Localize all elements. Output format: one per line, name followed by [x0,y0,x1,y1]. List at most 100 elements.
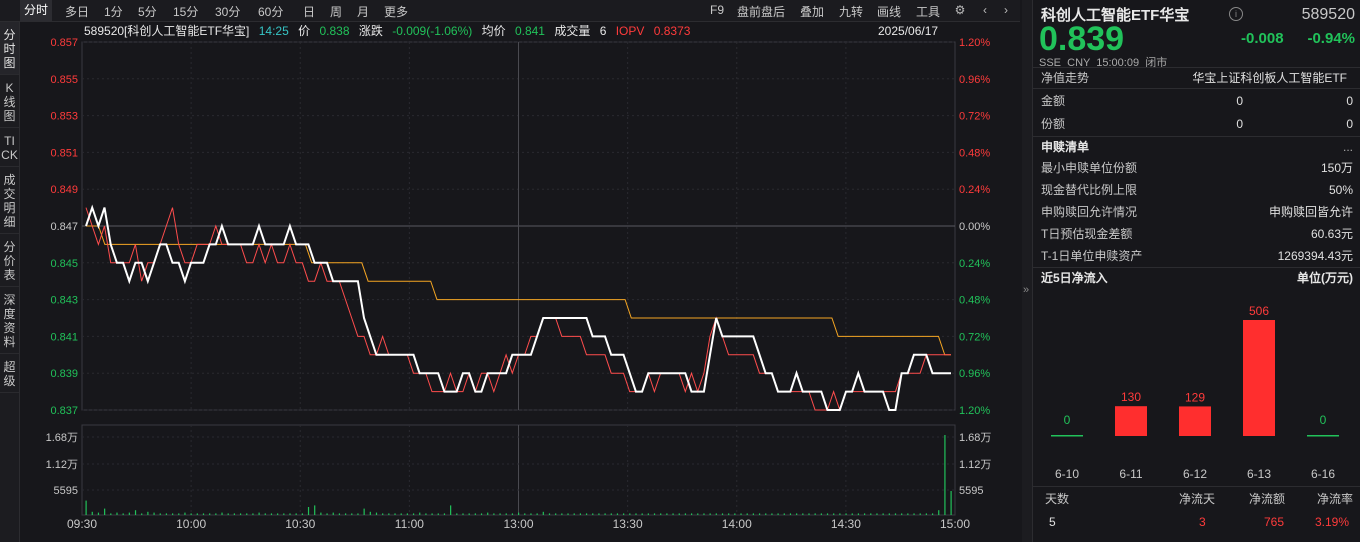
creation-section-header: 申赎清单 ... [1039,137,1355,157]
tool-overlay[interactable]: 叠加 [800,3,824,20]
intraday-chart[interactable]: 0.857 1.20% 0.855 0.96% 0.853 0.72% 0.851 0.48%… [0,0,1020,542]
info-icon[interactable]: i [1229,7,1243,21]
volume-bar [468,513,470,515]
volume-bar [746,513,748,515]
volume-bar [567,513,569,515]
volume-bar [147,511,149,515]
volume-bar [289,513,291,515]
volume-bar [141,513,143,515]
volume-bar [919,513,921,515]
volume-bar [134,510,137,515]
volume-bar [320,512,322,515]
info-volume: 6 [599,24,607,38]
inflow-bar [1243,320,1275,436]
volume-bar [178,513,180,515]
volume-bar [814,513,816,515]
volume-bar [894,513,897,515]
tool-draw-line[interactable]: 画线 [877,3,901,20]
volume-bar [839,513,841,515]
tab-period-3[interactable]: 5分 [138,3,157,20]
tool-nine-turn[interactable]: 九转 [839,3,863,20]
y-tick-label-left: 0.853 [50,111,78,123]
volume-bar [375,512,378,515]
volume-bar [394,513,396,515]
volume-bar [209,513,211,515]
side-tab-4[interactable]: 分价表 [0,234,19,287]
volume-bar [864,513,866,515]
nav-row[interactable]: 净值走势 华宝上证科创板人工智能ETF [1039,68,1355,88]
y-tick-label-right: 0.00% [959,221,990,233]
tab-period-9[interactable]: 月 [357,3,369,20]
side-tab-5[interactable]: 深度资料 [0,287,19,354]
y-tick-label-left: 0.843 [50,295,78,307]
volume-bar [104,508,106,515]
volume-bar [826,513,829,515]
info-volume-label: 成交量 [554,24,591,38]
settings-icon[interactable]: ⚙ [952,2,968,18]
volume-bar [845,513,847,515]
volume-bar [888,513,890,515]
panel-collapse-handle[interactable]: » [1022,0,1032,542]
volume-bar [295,513,297,515]
side-tab-0[interactable]: 分时图 [0,22,19,75]
tab-period-7[interactable]: 日 [303,3,315,20]
volume-bar [697,513,699,515]
side-tab-6[interactable]: 超级 [0,354,19,393]
tab-period-2[interactable]: 1分 [104,3,123,20]
volume-bar [85,500,87,515]
tab-period-0[interactable]: 分时 [20,0,53,21]
x-tick-label: 10:30 [285,517,315,531]
tab-period-6[interactable]: 60分 [258,3,283,20]
volume-bar [518,512,520,515]
info-avg-label: 均价 [481,24,506,38]
tool-premarket[interactable]: 盘前盘后 [737,3,785,20]
summary-value-row: 5 3 765 3.19% [1049,515,1350,529]
volume-bar [215,513,217,515]
tab-period-8[interactable]: 周 [330,3,342,20]
volume-bar [369,511,371,515]
volume-bar [184,512,186,515]
side-tab-2[interactable]: TICK [0,128,19,167]
volume-tick-label-left: 1.68万 [46,432,78,444]
volume-bar [721,513,724,515]
side-tab-3[interactable]: 成交明细 [0,167,19,234]
side-tab-1[interactable]: K线图 [0,75,19,128]
volume-bar [493,513,495,515]
volume-bar [91,511,93,515]
volume-bar [227,513,229,515]
volume-bar [412,513,415,515]
chevron-right-icon[interactable]: › [998,2,1014,18]
volume-bar [97,512,100,515]
volume-bar [128,512,130,515]
more-icon[interactable]: ... [1343,137,1353,157]
volume-bar [783,513,785,515]
tab-period-1[interactable]: 多日 [65,3,89,20]
volume-bar [239,513,242,515]
volume-bar [388,513,390,515]
tab-period-5[interactable]: 30分 [215,3,240,20]
tool-tools[interactable]: 工具 [916,3,940,20]
volume-bar [931,513,934,515]
volume-bar [703,513,705,515]
volume-bar [122,513,124,515]
volume-bar [258,512,260,515]
tab-period-4[interactable]: 15分 [173,3,198,20]
volume-bar [592,513,594,515]
tab-period-10[interactable]: 更多 [384,3,408,20]
volume-bar [419,512,421,515]
volume-bar [944,435,946,515]
inflow-bar [1115,406,1147,436]
volume-bar [820,513,822,515]
tool-f9[interactable]: F9 [710,3,724,17]
volume-bar [610,513,612,515]
amount-row: 金额 0 0 [1041,94,1353,108]
volume-bar [425,513,427,515]
chevron-left-icon[interactable]: ‹ [977,2,993,18]
x-tick-label: 14:00 [722,517,752,531]
info-price-label: 价 [298,24,311,38]
inflow-bar-value-label: 129 [1185,390,1205,404]
inflow-category-label: 6-13 [1247,467,1271,481]
volume-bar [777,513,779,515]
y-tick-label-right: 0.24% [959,184,990,196]
volume-bar [153,512,155,515]
